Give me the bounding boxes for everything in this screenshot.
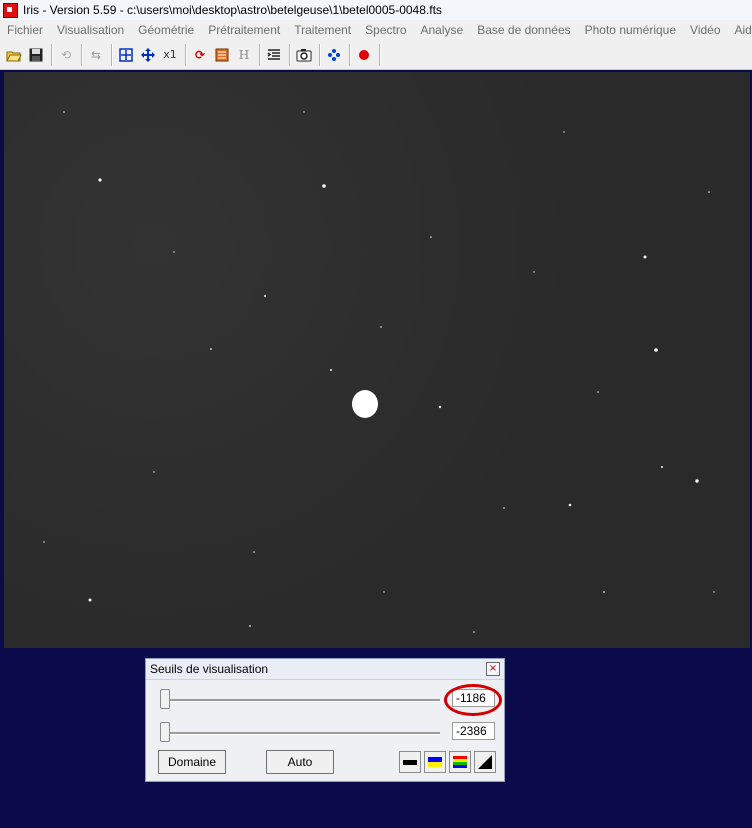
star	[643, 255, 647, 259]
star	[380, 326, 382, 328]
adjust-icon[interactable]: ⇆	[86, 45, 106, 65]
toolbar: ⟲ ⇆ x1 ⟳ H	[0, 40, 752, 70]
menu-aide[interactable]: Aide	[728, 23, 752, 37]
star	[330, 369, 332, 371]
blue-yellow-palette-button[interactable]	[424, 751, 446, 773]
toolbar-separator	[185, 43, 187, 66]
gradient-palette-button[interactable]	[474, 751, 496, 773]
menu-fichier[interactable]: Fichier	[0, 23, 50, 37]
low-threshold-slider[interactable]	[160, 722, 440, 742]
toolbar-separator	[379, 43, 381, 66]
menu-base-de-donnees[interactable]: Base de données	[470, 23, 577, 37]
menu-geometrie[interactable]: Géométrie	[131, 23, 201, 37]
star	[473, 631, 475, 633]
star	[264, 295, 266, 297]
move-icon[interactable]	[138, 45, 158, 65]
star	[695, 479, 699, 483]
close-icon[interactable]: ×	[486, 662, 500, 676]
title-bar: Iris - Version 5.59 - c:\users\moi\deskt…	[0, 0, 752, 21]
histogram-h-icon[interactable]: H	[234, 45, 254, 65]
star	[173, 251, 175, 253]
toolbar-separator	[51, 43, 53, 66]
high-threshold-slider[interactable]	[160, 689, 440, 709]
star	[322, 184, 326, 188]
star	[603, 591, 605, 593]
menu-spectro[interactable]: Spectro	[358, 23, 413, 37]
star	[383, 591, 385, 593]
star	[249, 625, 251, 627]
red-circle-annotation	[444, 684, 502, 716]
camera-icon[interactable]	[294, 45, 314, 65]
star	[210, 348, 212, 350]
threshold-dialog: Seuils de visualisation × -1186 -2386 Do…	[145, 658, 505, 782]
toolbar-separator	[349, 43, 351, 66]
star	[43, 541, 45, 543]
star	[503, 507, 505, 509]
star	[98, 178, 102, 182]
record-icon[interactable]	[354, 45, 374, 65]
toolbar-separator	[319, 43, 321, 66]
list-icon[interactable]	[264, 45, 284, 65]
black-palette-button[interactable]	[399, 751, 421, 773]
image-viewer[interactable]	[4, 72, 750, 648]
open-folder-icon[interactable]	[4, 45, 24, 65]
iris-app-icon	[3, 2, 18, 18]
undo-icon[interactable]: ⟲	[56, 45, 76, 65]
star-field	[43, 111, 715, 633]
menu-analyse[interactable]: Analyse	[414, 23, 471, 37]
star	[597, 391, 599, 393]
slider-track	[160, 699, 440, 702]
save-icon[interactable]	[26, 45, 46, 65]
toolbar-separator	[289, 43, 291, 66]
toolbar-separator	[81, 43, 83, 66]
star	[661, 466, 663, 468]
low-threshold-input[interactable]: -2386	[452, 722, 495, 740]
window-title: Iris - Version 5.59 - c:\users\moi\deskt…	[23, 3, 442, 17]
menu-traitement[interactable]: Traitement	[287, 23, 358, 37]
star	[568, 503, 572, 507]
dialog-title: Seuils de visualisation	[150, 662, 269, 676]
star	[63, 111, 65, 113]
menu-pretraitement[interactable]: Prétraitement	[201, 23, 287, 37]
zoom-x1-icon[interactable]: x1	[160, 45, 180, 65]
star	[654, 348, 658, 352]
palette-icon[interactable]	[212, 45, 232, 65]
auto-button[interactable]: Auto	[266, 750, 334, 774]
star	[303, 111, 305, 113]
slider-thumb[interactable]	[160, 689, 170, 709]
star	[563, 131, 565, 133]
star	[533, 271, 535, 273]
zoom-fit-icon[interactable]	[116, 45, 136, 65]
domaine-button[interactable]: Domaine	[158, 750, 226, 774]
slider-track	[160, 732, 440, 735]
menu-bar: Fichier Visualisation Géométrie Prétrait…	[0, 20, 752, 40]
menu-visualisation[interactable]: Visualisation	[50, 23, 131, 37]
star	[88, 598, 92, 602]
star	[253, 551, 255, 553]
toolbar-separator	[259, 43, 261, 66]
star	[708, 191, 710, 193]
refresh-icon[interactable]: ⟳	[190, 45, 210, 65]
rainbow-palette-button[interactable]	[449, 751, 471, 773]
menu-photo-numerique[interactable]: Photo numérique	[578, 23, 683, 37]
centroid-icon[interactable]	[324, 45, 344, 65]
slider-thumb[interactable]	[160, 722, 170, 742]
star	[713, 591, 715, 593]
star	[153, 471, 155, 473]
star	[438, 405, 442, 409]
dialog-title-bar: Seuils de visualisation ×	[146, 659, 504, 680]
bright-star	[352, 390, 378, 418]
toolbar-separator	[111, 43, 113, 66]
menu-video[interactable]: Vidéo	[683, 23, 727, 37]
star	[430, 236, 432, 238]
